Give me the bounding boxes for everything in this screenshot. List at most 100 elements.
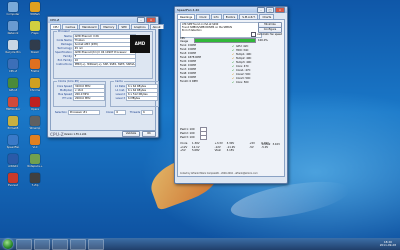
desktop-icon[interactable]: GPU-Z — [2, 78, 24, 92]
lower-groups: Clocks (Core #0) Core Speed 3200.0 MHz Mul… — [51, 80, 159, 108]
app-icon — [30, 59, 40, 69]
clock-label: Core Speed — [57, 84, 72, 88]
voltage-label: -5V — [249, 145, 254, 149]
desktop-icon[interactable]: Fraps — [24, 21, 46, 35]
voltage-reading: Vbat 3.15V — [215, 149, 250, 153]
taskbar-media-button[interactable] — [34, 238, 50, 250]
pwm-label: Pwm2: 100 — [180, 131, 195, 135]
threads-value: 6 — [141, 109, 154, 115]
tab-spd[interactable]: SPD — [118, 24, 130, 29]
ok-button[interactable]: OK — [142, 131, 156, 137]
desktop-icon-label: Notepad++ — [27, 165, 43, 168]
temp-reading: HD0: 34C — [236, 48, 249, 52]
cache-label: L1 Data — [114, 84, 125, 88]
voltage-reading: +5V 5.08V — [180, 149, 215, 153]
app-icon — [8, 59, 18, 69]
minimize-button[interactable]: – — [137, 17, 145, 23]
selection-dropdown[interactable]: Processor #1 — [67, 109, 100, 115]
desktop-icon[interactable]: Notepad++ — [24, 154, 46, 168]
tab-graphics[interactable]: Graphics — [130, 24, 149, 29]
field-label: Technology — [57, 46, 72, 50]
app-icon — [30, 78, 40, 88]
processor-group-title: Processor — [57, 30, 72, 33]
pwm-label: Pwm3: 100 — [180, 135, 195, 139]
desktop-icon[interactable]: Chrome — [24, 78, 46, 92]
clock-date: 2011-09-28 — [379, 243, 396, 247]
voltage-label: +5V — [180, 149, 186, 153]
log-line: End of detection — [182, 29, 202, 33]
minimize-window-button[interactable]: – — [257, 7, 265, 13]
desktop-icon-label: Computer — [6, 13, 20, 16]
desktop-icon[interactable]: Computer — [2, 2, 24, 16]
app-icon — [30, 154, 40, 164]
desktop-icon[interactable]: CPU-Z — [2, 59, 24, 73]
desktop-icon-label: Steam — [30, 51, 40, 54]
desktop-icon[interactable]: Everest — [2, 173, 24, 187]
desktop-icon-label: HWMonitor — [5, 108, 21, 111]
desktop-icon[interactable]: AIDA64 — [2, 154, 24, 168]
taskbar-speedfan-button[interactable] — [70, 238, 86, 250]
desktop-icon-label: Winamp — [29, 127, 41, 130]
desktop-icon-label: Recycle Bin — [5, 51, 21, 54]
cores-label: Cores — [106, 110, 114, 114]
autospeed-checkbox[interactable] — [251, 31, 257, 37]
temp-reading: Temp1: 49C — [236, 52, 252, 56]
app-icon — [8, 2, 18, 12]
app-icon — [8, 21, 18, 31]
temp-reading: Core2: 50C — [236, 72, 251, 76]
cpuz-window: CPU-Z – × CPU Caches Mainboard Memory SPD Gra… — [47, 16, 164, 138]
cpuz-pane: Processor Name AMD Phenom II X6 Code Name T… — [50, 29, 159, 131]
tab-memory[interactable]: Memory — [100, 24, 118, 29]
desktop-icon-label: Fraps — [31, 32, 39, 35]
desktop-icon[interactable]: Steam — [24, 40, 46, 54]
close-button[interactable]: × — [146, 17, 156, 23]
cache-value: 6 MBytes — [126, 95, 158, 101]
taskbar-app-button[interactable] — [88, 238, 104, 250]
desktop-icon[interactable]: Recycle Bin — [2, 40, 24, 54]
maximize-window-button[interactable]: □ — [266, 7, 274, 13]
app-icon — [30, 2, 40, 12]
desktop-icon[interactable]: Firefox — [24, 59, 46, 73]
fan-reading: Fan10: 0 RPM — [180, 80, 198, 83]
selection-row: Selection Processor #1 Cores 6 Threads 6 — [53, 109, 154, 115]
system-tray-clock[interactable]: 18:20 2011-09-28 — [379, 240, 400, 248]
tab-mainboard[interactable]: Mainboard — [79, 24, 100, 29]
desktop-icon[interactable]: SpeedFan — [2, 135, 24, 149]
tab-cpu[interactable]: CPU — [50, 24, 62, 29]
app-icon — [8, 78, 18, 88]
voltage-value: 3.15V — [226, 149, 235, 153]
desktop-icon[interactable]: VLC — [24, 135, 46, 149]
desktop-icon[interactable]: Network — [2, 21, 24, 35]
taskbar-explorer-button[interactable] — [16, 238, 32, 250]
cores-value: 6 — [114, 109, 127, 115]
clocks-group: Clocks (Core #0) Core Speed 3200.0 MHz Mul… — [53, 80, 106, 107]
desktop-icon[interactable]: 7-Zip — [24, 173, 46, 187]
desktop-icon-label: 3DMark — [29, 13, 41, 16]
desktop-icon[interactable]: Winamp — [24, 116, 46, 130]
app-icon — [30, 21, 40, 31]
voltage-value: 5.08V — [192, 149, 200, 153]
taskbar-cpuz-button[interactable] — [52, 238, 68, 250]
cpu-usage-label: CPU Usage — [180, 37, 189, 43]
tab-caches[interactable]: Caches — [62, 24, 79, 29]
field-label: Instructions — [56, 62, 72, 66]
pwm-stepper[interactable] — [200, 134, 207, 140]
desktop-icon[interactable]: 3DMark — [24, 2, 46, 16]
desktop-icon-label: Network — [7, 32, 19, 35]
temp-reading: GPU: 42C — [236, 44, 249, 48]
desktop-icon-label: SpeedFan — [6, 146, 20, 149]
voltage-value: -5.0V — [261, 145, 269, 149]
vcore2-label: Vcore2 — [261, 142, 271, 146]
desktop-icon[interactable]: HWMonitor — [2, 97, 24, 111]
tab-about[interactable]: About — [149, 24, 164, 29]
start-button[interactable] — [3, 239, 13, 249]
clock-label: Multiplier — [59, 88, 72, 92]
desktop-icon[interactable]: Prime95 — [2, 116, 24, 130]
cpuz-footer: CPU-Z Version 1.55.1.x64 Validate OK — [48, 131, 158, 137]
close-window-button[interactable]: × — [275, 7, 285, 13]
clock-label: HT Link — [62, 96, 72, 100]
validate-button[interactable]: Validate — [122, 131, 140, 137]
log-box: ATK SMP found on ISA at $290 Found SMBUS/… — [180, 22, 262, 38]
app-icon — [8, 173, 18, 183]
desktop-icon[interactable]: Opera — [24, 97, 46, 111]
